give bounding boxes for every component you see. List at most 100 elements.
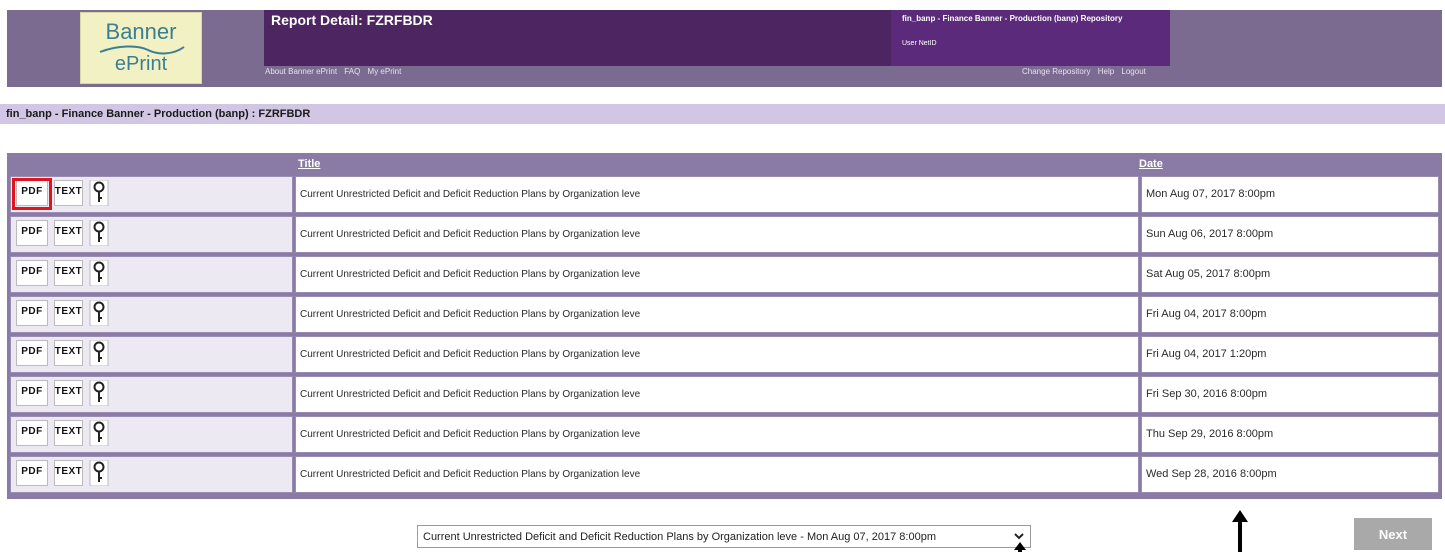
row-date-cell: Fri Sep 30, 2016 8:00pm [1141,376,1439,413]
annotation-arrow-icon [1014,542,1026,552]
row-title-cell: Current Unrestricted Deficit and Deficit… [295,456,1139,493]
text-label: TEXT [54,466,83,477]
nav-my-eprint-link[interactable]: My ePrint [368,67,402,76]
row-date-cell: Thu Sep 29, 2016 8:00pm [1141,416,1439,453]
row-date-cell: Sat Aug 05, 2017 8:00pm [1141,256,1439,293]
row-date-cell: Wed Sep 28, 2016 8:00pm [1141,456,1439,493]
logo-text-banner: Banner [105,19,177,44]
pdf-icon[interactable]: PDF [14,300,50,326]
row-actions: PDF TEXT [10,216,293,253]
text-label: TEXT [54,386,83,397]
row-title: Current Unrestricted Deficit and Deficit… [300,469,641,480]
header: Banner ePrint Report Detail: FZRFBDR fin… [7,10,1442,87]
row-date: Fri Sep 30, 2016 8:00pm [1146,388,1268,400]
banner-eprint-logo[interactable]: Banner ePrint [80,12,202,84]
key-icon[interactable] [88,459,110,487]
row-date: Sat Aug 05, 2017 8:00pm [1146,268,1271,280]
text-label: TEXT [54,186,83,197]
table-row: PDF TEXT Current Unrestricted Deficit and … [10,176,1439,213]
nav-change-repository-link[interactable]: Change Repository [1022,67,1090,76]
annotation-arrow-icon [1232,510,1248,552]
key-icon[interactable] [88,219,110,247]
key-shape [89,179,109,207]
table-row: PDF TEXT Current Unrestricted Deficit and … [10,216,1439,253]
nav-links-left: About Banner ePrint FAQ My ePrint [265,67,406,76]
table-row: PDF TEXT Current Unrestricted Deficit and … [10,336,1439,373]
report-table: Title Date PDF TEXT Current Unrestricted D… [7,153,1442,499]
key-shape [89,339,109,367]
nav-about-link[interactable]: About Banner ePrint [265,67,337,76]
pdf-label: PDF [21,346,43,357]
row-title: Current Unrestricted Deficit and Deficit… [300,229,641,240]
pdf-label: PDF [21,386,43,397]
eprint-page: Banner ePrint Report Detail: FZRFBDR fin… [0,0,1445,552]
key-shape [89,259,109,287]
row-title-cell: Current Unrestricted Deficit and Deficit… [295,216,1139,253]
row-date-cell: Sun Aug 06, 2017 8:00pm [1141,216,1439,253]
row-title: Current Unrestricted Deficit and Deficit… [300,309,641,320]
column-header-date[interactable]: Date [1139,158,1163,170]
key-shape [89,299,109,327]
key-icon[interactable] [88,179,110,207]
report-version-select[interactable]: Current Unrestricted Deficit and Deficit… [417,525,1031,548]
logo-text-eprint: ePrint [114,53,168,75]
text-icon[interactable]: TEXT [52,220,85,246]
key-shape [89,219,109,247]
table-row: PDF TEXT Current Unrestricted Deficit and … [10,296,1439,333]
report-title-bar: Report Detail: FZRFBDR fin_banp - Financ… [264,10,1170,66]
row-actions: PDF TEXT [10,256,293,293]
pdf-icon[interactable]: PDF [14,340,50,366]
row-date: Fri Aug 04, 2017 8:00pm [1146,308,1267,320]
pdf-icon[interactable]: PDF [14,220,50,246]
breadcrumb-text: fin_banp - Finance Banner - Production (… [6,108,311,120]
row-date: Sun Aug 06, 2017 8:00pm [1146,228,1274,240]
key-icon[interactable] [88,379,110,407]
row-actions: PDF TEXT [10,336,293,373]
nav-faq-link[interactable]: FAQ [344,67,360,76]
table-row: PDF TEXT Current Unrestricted Deficit and … [10,416,1439,453]
row-date-cell: Fri Aug 04, 2017 8:00pm [1141,296,1439,333]
text-icon[interactable]: TEXT [52,420,85,446]
row-date: Fri Aug 04, 2017 1:20pm [1146,348,1267,360]
page-title: Report Detail: FZRFBDR [271,12,433,28]
pdf-icon[interactable]: PDF [14,420,50,446]
text-icon[interactable]: TEXT [52,180,85,206]
pdf-icon[interactable]: PDF [14,260,50,286]
row-date: Thu Sep 29, 2016 8:00pm [1146,428,1274,440]
pdf-icon[interactable]: PDF [14,460,50,486]
pdf-label: PDF [21,466,43,477]
pdf-label: PDF [21,266,43,277]
text-label: TEXT [54,306,83,317]
row-title: Current Unrestricted Deficit and Deficit… [300,269,641,280]
pdf-icon[interactable]: PDF [12,178,52,210]
column-header-title[interactable]: Title [298,158,320,170]
text-icon[interactable]: TEXT [52,380,85,406]
key-icon[interactable] [88,419,110,447]
key-icon[interactable] [88,259,110,287]
text-icon[interactable]: TEXT [52,300,85,326]
key-icon[interactable] [88,299,110,327]
key-shape [89,379,109,407]
row-date-cell: Mon Aug 07, 2017 8:00pm [1141,176,1439,213]
row-title-cell: Current Unrestricted Deficit and Deficit… [295,376,1139,413]
text-icon[interactable]: TEXT [52,260,85,286]
nav-logout-link[interactable]: Logout [1121,67,1145,76]
text-icon[interactable]: TEXT [52,340,85,366]
pdf-icon[interactable]: PDF [14,380,50,406]
row-title-cell: Current Unrestricted Deficit and Deficit… [295,296,1139,333]
nav-links-right: Change Repository Help Logout [1022,67,1151,76]
user-netid-label: User NetID [902,40,937,47]
row-actions: PDF TEXT [10,456,293,493]
text-icon[interactable]: TEXT [52,460,85,486]
row-title: Current Unrestricted Deficit and Deficit… [300,189,641,200]
next-button[interactable]: Next [1354,518,1432,550]
breadcrumb: fin_banp - Finance Banner - Production (… [0,104,1445,124]
chevron-down-icon [1014,533,1024,540]
row-date: Mon Aug 07, 2017 8:00pm [1146,188,1276,200]
nav-help-link[interactable]: Help [1098,67,1114,76]
report-version-select-value: Current Unrestricted Deficit and Deficit… [423,531,936,543]
row-title-cell: Current Unrestricted Deficit and Deficit… [295,256,1139,293]
key-icon[interactable] [88,339,110,367]
pdf-label: PDF [21,226,43,237]
text-label: TEXT [54,266,83,277]
